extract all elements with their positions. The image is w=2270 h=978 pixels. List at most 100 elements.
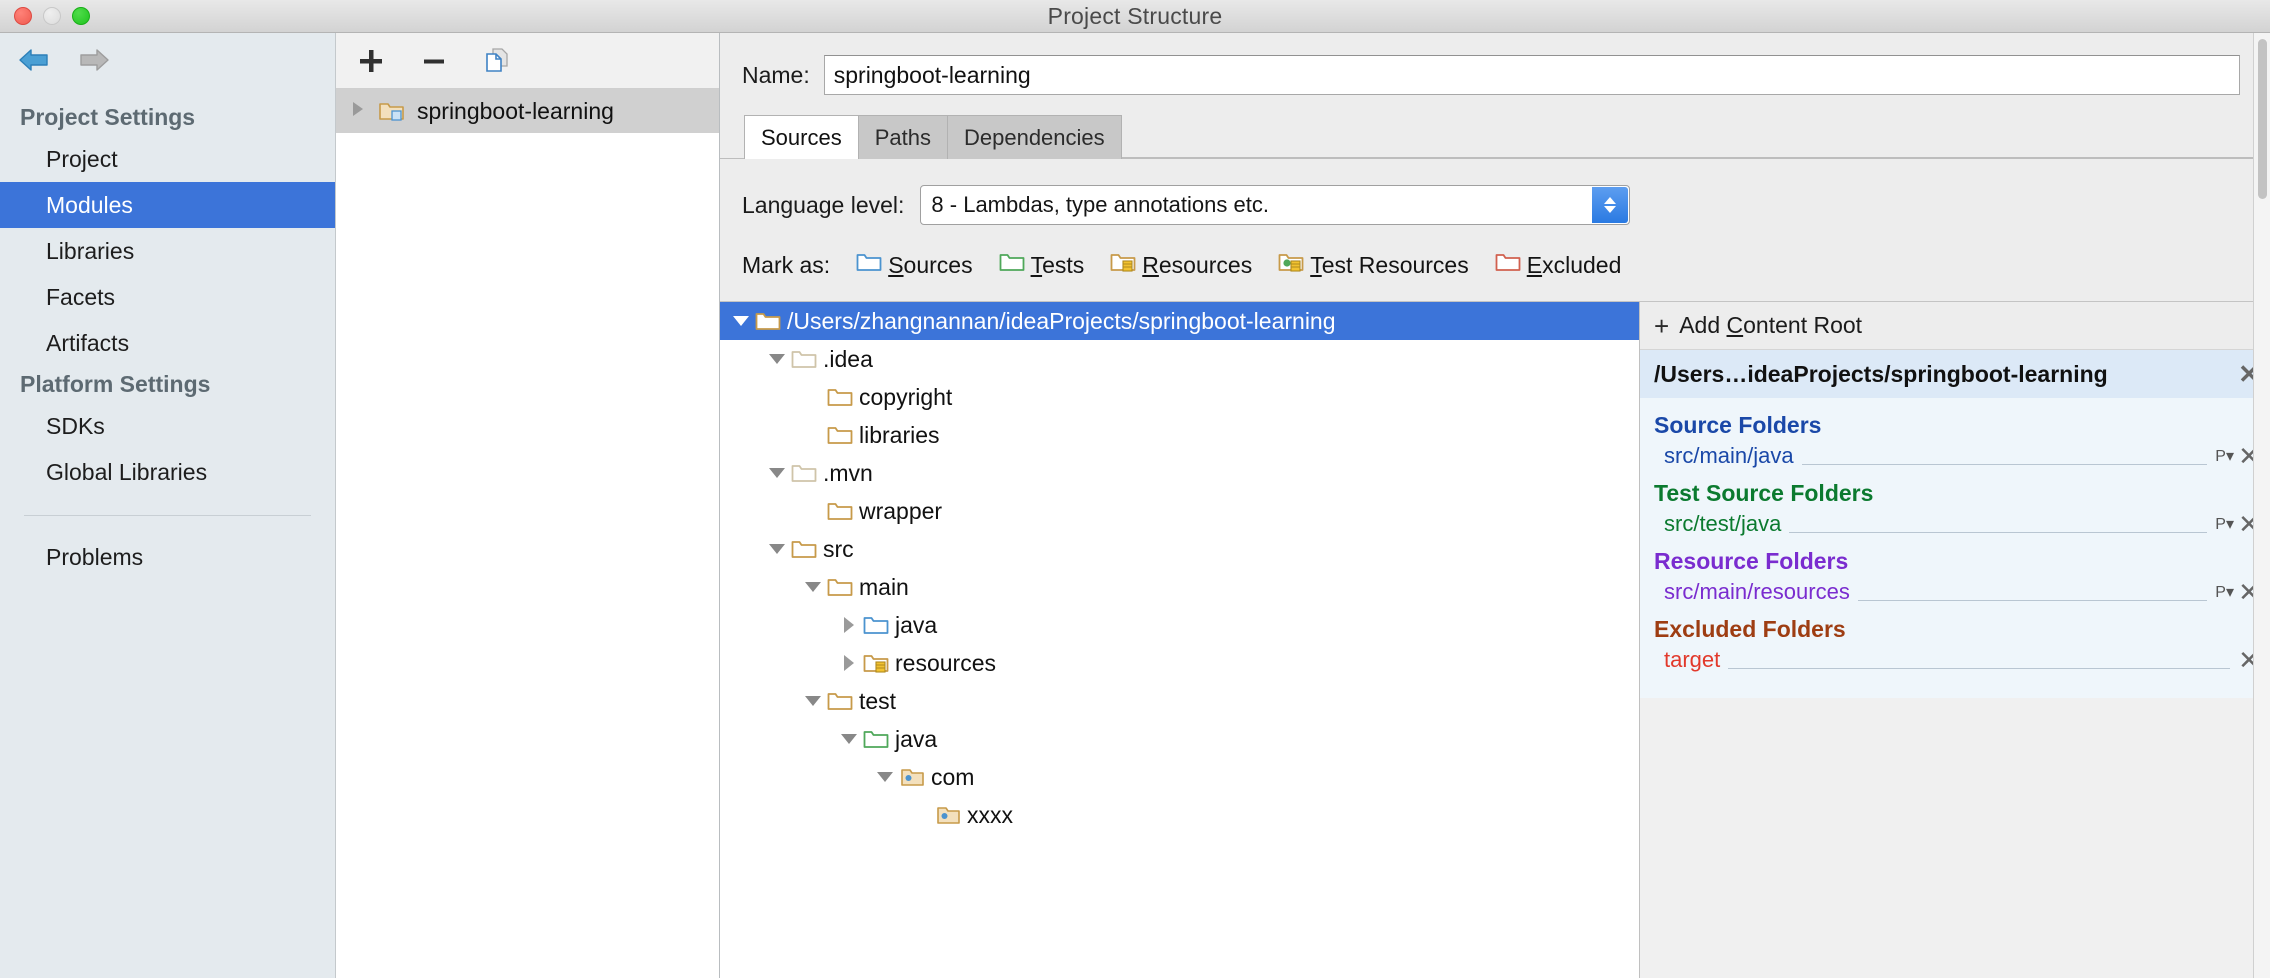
table-row[interactable]: resources (720, 644, 1639, 682)
sidebar-item-global-libraries[interactable]: Global Libraries (0, 449, 335, 495)
mark-as-sources-button[interactable]: Sources (856, 251, 972, 279)
test-source-folder-path: src/test/java (1664, 511, 1781, 537)
table-row[interactable]: java (720, 720, 1639, 758)
mark-as-tests-button[interactable]: Tests (999, 251, 1085, 279)
sidebar-item-modules[interactable]: Modules (0, 182, 335, 228)
add-content-root-button[interactable]: + Add Content Root (1640, 302, 2270, 350)
folder-plain-icon (826, 576, 854, 598)
folder-content-root-icon (754, 310, 782, 332)
list-item[interactable]: src/main/java P▾ ✕ (1640, 441, 2270, 474)
detail-tabs: Sources Paths Dependencies (720, 109, 2270, 159)
folder-test-resources-icon (1278, 251, 1304, 279)
table-row[interactable]: xxxx (720, 796, 1639, 834)
name-label: Name: (742, 62, 810, 89)
scrollbar-thumb[interactable] (2258, 39, 2267, 199)
forward-arrow-icon[interactable] (75, 47, 111, 73)
folder-plain-icon (826, 386, 854, 408)
sidebar-nav-toolbar (0, 33, 335, 87)
table-row[interactable]: com (720, 758, 1639, 796)
tab-dependencies[interactable]: Dependencies (947, 115, 1122, 159)
minimize-window-button[interactable] (43, 7, 61, 25)
mark-as-resources-button[interactable]: Resources (1110, 251, 1252, 279)
package-prefix-button[interactable]: P▾ (2215, 446, 2234, 469)
chevron-down-icon[interactable] (872, 772, 898, 782)
list-item[interactable]: src/test/java P▾ ✕ (1640, 509, 2270, 542)
chevron-down-icon[interactable] (800, 582, 826, 592)
content-roots-panel: + Add Content Root /Users…ideaProjects/s… (1640, 302, 2270, 978)
mark-as-row: Mark as: Sources Tests (720, 225, 2270, 279)
table-row[interactable]: src (720, 530, 1639, 568)
sidebar-item-project[interactable]: Project (0, 136, 335, 182)
chevron-down-icon[interactable] (764, 468, 790, 478)
folder-rule-line (1858, 587, 2207, 601)
table-row[interactable]: libraries (720, 416, 1639, 454)
plus-icon: + (1654, 313, 1669, 339)
chevron-updown-icon[interactable] (1592, 187, 1628, 223)
window-controls[interactable] (14, 0, 90, 32)
tree-node-label: xxxx (967, 802, 1013, 829)
table-row[interactable]: test (720, 682, 1639, 720)
chevron-down-icon[interactable] (764, 354, 790, 364)
chevron-down-icon[interactable] (764, 544, 790, 554)
content-root-folder-groups: Source Folders src/main/java P▾ ✕ Test S… (1640, 398, 2270, 698)
window-title-bar: Project Structure (0, 0, 2270, 33)
list-item[interactable]: src/main/resources P▾ ✕ (1640, 577, 2270, 610)
sidebar-item-sdks[interactable]: SDKs (0, 403, 335, 449)
maximize-window-button[interactable] (72, 7, 90, 25)
sidebar-divider (24, 515, 311, 516)
detail-vertical-scrollbar[interactable] (2253, 33, 2270, 978)
chevron-right-icon[interactable] (836, 655, 862, 671)
sidebar-item-facets[interactable]: Facets (0, 274, 335, 320)
package-icon (898, 766, 926, 788)
chevron-right-icon[interactable] (836, 617, 862, 633)
sidebar-item-problems[interactable]: Problems (0, 534, 335, 580)
chevron-right-icon[interactable] (344, 100, 372, 123)
mark-as-excluded-label: Excluded (1527, 252, 1622, 279)
close-window-button[interactable] (14, 7, 32, 25)
table-row[interactable]: main (720, 568, 1639, 606)
sidebar-item-artifacts[interactable]: Artifacts (0, 320, 335, 366)
excluded-folder-path: target (1664, 647, 1720, 673)
table-row[interactable]: java (720, 606, 1639, 644)
tree-node-label: java (895, 726, 937, 753)
module-name-label: springboot-learning (417, 98, 614, 125)
chevron-down-icon[interactable] (728, 316, 754, 326)
table-row[interactable]: copyright (720, 378, 1639, 416)
remove-module-button[interactable] (417, 44, 451, 78)
mark-as-test-resources-button[interactable]: Test Resources (1278, 251, 1469, 279)
chevron-down-icon[interactable] (800, 696, 826, 706)
table-row[interactable]: .idea (720, 340, 1639, 378)
source-folder-tree[interactable]: /Users/zhangnannan/ideaProjects/springbo… (720, 302, 1640, 978)
chevron-down-icon[interactable] (836, 734, 862, 744)
table-row[interactable]: .mvn (720, 454, 1639, 492)
tree-node-label: test (859, 688, 896, 715)
content-roots-empty-area (1640, 698, 2270, 978)
module-list-item[interactable]: springboot-learning (336, 89, 719, 133)
list-item[interactable]: target ✕ (1640, 645, 2270, 678)
content-root-header[interactable]: /Users…ideaProjects/springboot-learning … (1640, 350, 2270, 398)
package-prefix-button[interactable]: P▾ (2215, 582, 2234, 605)
tab-paths[interactable]: Paths (858, 115, 948, 159)
tree-node-label: .mvn (823, 460, 873, 487)
module-name-input[interactable] (824, 55, 2240, 95)
package-prefix-button[interactable]: P▾ (2215, 514, 2234, 537)
folder-rule-line (1789, 519, 2207, 533)
table-row[interactable]: wrapper (720, 492, 1639, 530)
settings-sidebar: Project Settings Project Modules Librari… (0, 33, 336, 978)
sidebar-group-project-settings: Project Settings (0, 99, 335, 136)
excluded-folders-title: Excluded Folders (1640, 610, 2270, 645)
add-module-button[interactable] (354, 44, 388, 78)
table-row[interactable]: /Users/zhangnannan/ideaProjects/springbo… (720, 302, 1639, 340)
back-arrow-icon[interactable] (17, 47, 53, 73)
language-level-select[interactable]: 8 - Lambdas, type annotations etc. (920, 185, 1630, 225)
tree-node-label: wrapper (859, 498, 942, 525)
sources-split: /Users/zhangnannan/ideaProjects/springbo… (720, 301, 2270, 978)
tab-sources[interactable]: Sources (744, 115, 859, 159)
content-root-path: /Users…ideaProjects/springboot-learning (1654, 361, 2238, 388)
folder-plain-icon (826, 424, 854, 446)
copy-pages-icon[interactable] (480, 44, 514, 78)
sidebar-item-libraries[interactable]: Libraries (0, 228, 335, 274)
language-level-value: 8 - Lambdas, type annotations etc. (931, 192, 1269, 218)
mark-as-tests-label: Tests (1031, 252, 1085, 279)
mark-as-excluded-button[interactable]: Excluded (1495, 251, 1622, 279)
